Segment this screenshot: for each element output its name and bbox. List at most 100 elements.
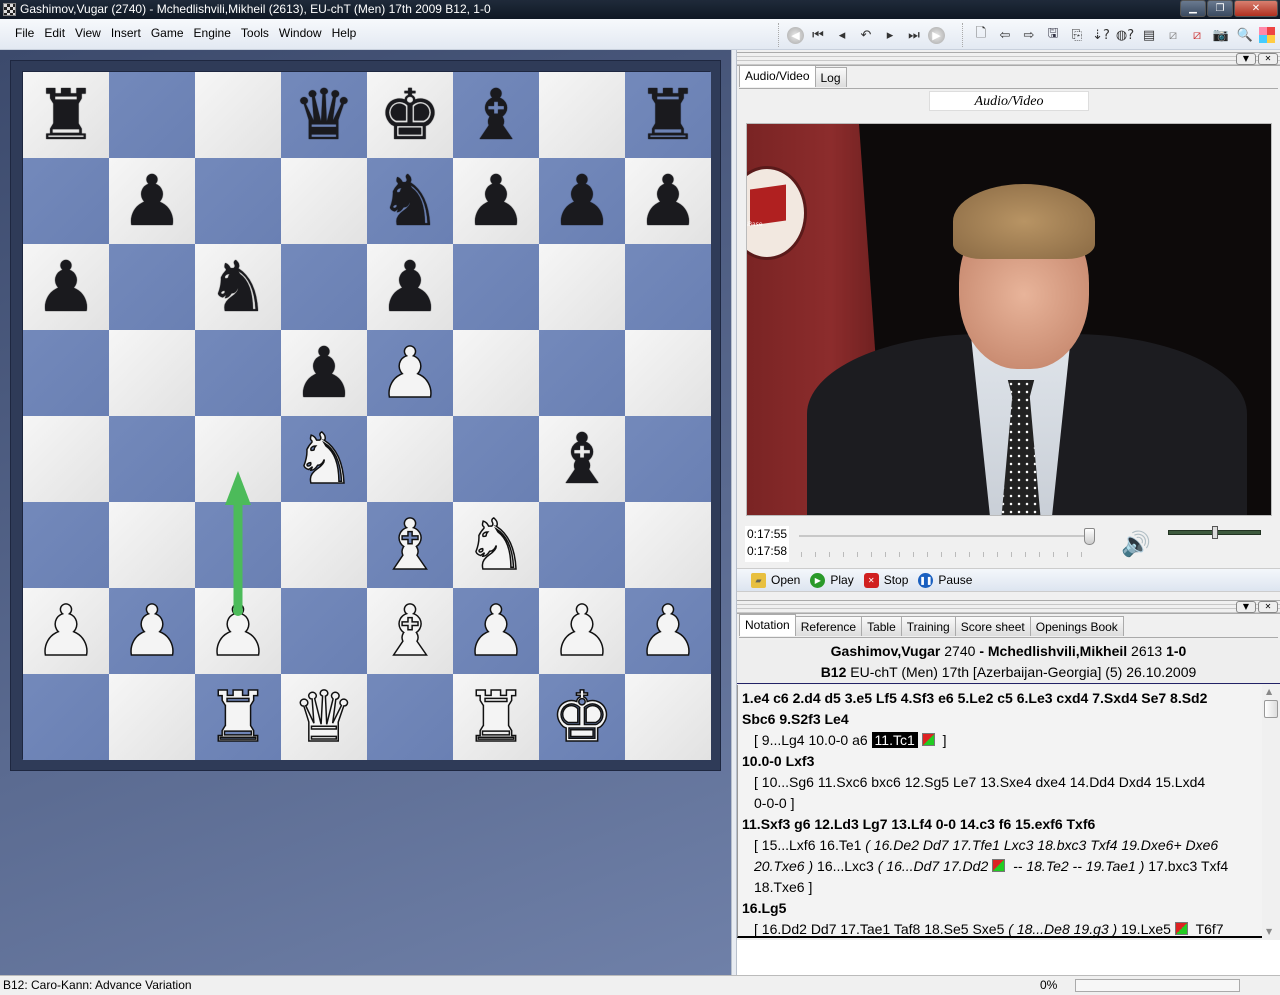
- move-line[interactable]: 11.Sxf3 g6 12.Ld3 Lg7 13.Lf4 0-0 14.c3 f…: [742, 814, 1258, 835]
- square-c7[interactable]: [195, 158, 281, 244]
- tab-reference[interactable]: Reference: [794, 616, 863, 636]
- square-a4[interactable]: [23, 416, 109, 502]
- white-knight-icon[interactable]: ♞: [292, 423, 356, 495]
- square-c3[interactable]: [195, 502, 281, 588]
- scroll-up-icon[interactable]: ▲: [1266, 687, 1272, 696]
- variation-line[interactable]: [ 16.Dd2 Dd7 17.Tae1 Taf8 18.Se5 Sxe5 ( …: [742, 919, 1258, 936]
- black-pawn-icon[interactable]: ♟: [379, 252, 442, 322]
- square-a2[interactable]: ♟: [23, 588, 109, 674]
- white-pawn-icon[interactable]: ♟: [464, 595, 528, 667]
- square-g5[interactable]: [539, 330, 625, 416]
- square-d2[interactable]: [281, 588, 367, 674]
- square-f2[interactable]: ♟: [453, 588, 539, 674]
- square-f6[interactable]: [453, 244, 539, 330]
- prev-move-icon[interactable]: ◂: [832, 25, 852, 45]
- chess-board[interactable]: ♜ ♛ ♚ ♝ ♜ ♟ ♞ ♟ ♟ ♟ ♟ ♞ ♟ ♟ ♟ ♞ ♝ ♝ ♞ ♟ ♟ ♟ ♝ ♟ ♟ ♟ ♜ ♛ ♜ ♚: [22, 71, 711, 760]
- menu-help[interactable]: Help: [327, 26, 362, 40]
- variation-line[interactable]: [ 9...Lg4 10.0-0 a6 11.Tc1 ]: [742, 730, 1258, 751]
- square-b1[interactable]: [109, 674, 195, 760]
- white-pawn-icon[interactable]: ♟: [206, 595, 270, 667]
- square-f3[interactable]: ♞: [453, 502, 539, 588]
- square-b3[interactable]: [109, 502, 195, 588]
- first-move-icon[interactable]: ⏮: [808, 25, 828, 45]
- square-a6[interactable]: ♟: [23, 244, 109, 330]
- move-line[interactable]: 16.Lg5: [742, 898, 1258, 919]
- square-a3[interactable]: [23, 502, 109, 588]
- save-icon[interactable]: 🖫: [1043, 25, 1063, 45]
- menu-window[interactable]: Window: [274, 26, 327, 40]
- square-c8[interactable]: [195, 72, 281, 158]
- open-button[interactable]: ▰ Open: [751, 572, 800, 588]
- square-a5[interactable]: [23, 330, 109, 416]
- video-player[interactable]: essBase: [746, 123, 1272, 516]
- av-pane-menu-button[interactable]: ▼: [1236, 53, 1256, 65]
- square-h6[interactable]: [625, 244, 711, 330]
- menu-edit[interactable]: Edit: [39, 26, 70, 40]
- speaker-icon[interactable]: 🔊: [1121, 530, 1151, 558]
- square-f8[interactable]: ♝: [453, 72, 539, 158]
- white-rook-icon[interactable]: ♜: [464, 681, 528, 753]
- white-pawn-icon[interactable]: ♟: [120, 595, 184, 667]
- new-document-icon[interactable]: 🗋: [971, 25, 991, 45]
- square-d4[interactable]: ♞: [281, 416, 367, 502]
- square-c2[interactable]: ♟: [195, 588, 281, 674]
- square-e5[interactable]: ♟: [367, 330, 453, 416]
- square-b8[interactable]: [109, 72, 195, 158]
- sort-question-icon[interactable]: ⇣?: [1091, 25, 1111, 45]
- square-f5[interactable]: [453, 330, 539, 416]
- black-bishop-icon[interactable]: ♝: [465, 80, 528, 150]
- move-line[interactable]: 10.0-0 Lxf3: [742, 751, 1258, 772]
- volume-thumb[interactable]: [1211, 526, 1218, 539]
- square-b5[interactable]: [109, 330, 195, 416]
- arrow-left-icon[interactable]: ⇦: [995, 25, 1015, 45]
- black-pawn-icon[interactable]: ♟: [551, 166, 614, 236]
- diagram-icon[interactable]: [1174, 922, 1188, 935]
- take-back-icon[interactable]: ↶: [856, 25, 876, 45]
- restore-button[interactable]: ❐: [1207, 0, 1233, 17]
- square-g6[interactable]: [539, 244, 625, 330]
- square-h7[interactable]: ♟: [625, 158, 711, 244]
- square-d5[interactable]: ♟: [281, 330, 367, 416]
- next-move-icon[interactable]: ▸: [880, 25, 900, 45]
- black-knight-icon[interactable]: ♞: [207, 252, 270, 322]
- square-f7[interactable]: ♟: [453, 158, 539, 244]
- selected-move[interactable]: 11.Tc1: [871, 732, 918, 748]
- eraser-icon[interactable]: ⧄: [1163, 25, 1183, 45]
- play-button[interactable]: ▶ Play: [810, 572, 854, 588]
- black-king-icon[interactable]: ♚: [379, 80, 442, 150]
- square-h5[interactable]: [625, 330, 711, 416]
- tab-openings-book[interactable]: Openings Book: [1029, 616, 1124, 636]
- black-pawn-icon[interactable]: ♟: [293, 338, 356, 408]
- notation-pane-close-button[interactable]: ✕: [1258, 601, 1278, 613]
- black-knight-icon[interactable]: ♞: [379, 166, 442, 236]
- stop-button[interactable]: ✕ Stop: [863, 572, 908, 588]
- square-a8[interactable]: ♜: [23, 72, 109, 158]
- white-rook-icon[interactable]: ♜: [206, 681, 270, 753]
- pause-button[interactable]: ❚❚ Pause: [918, 572, 972, 588]
- black-bishop-icon[interactable]: ♝: [551, 424, 614, 494]
- square-c4[interactable]: [195, 416, 281, 502]
- square-d3[interactable]: [281, 502, 367, 588]
- notation-pane-menu-button[interactable]: ▼: [1236, 601, 1256, 613]
- black-queen-icon[interactable]: ♛: [293, 80, 356, 150]
- square-d7[interactable]: [281, 158, 367, 244]
- back-circle-icon[interactable]: ◀: [787, 26, 804, 44]
- tab-score-sheet[interactable]: Score sheet: [954, 616, 1031, 636]
- square-c5[interactable]: [195, 330, 281, 416]
- black-rook-icon[interactable]: ♜: [35, 80, 98, 150]
- tab-table[interactable]: Table: [861, 616, 902, 636]
- square-e8[interactable]: ♚: [367, 72, 453, 158]
- tab-log[interactable]: Log: [814, 67, 847, 87]
- square-c6[interactable]: ♞: [195, 244, 281, 330]
- seek-bar[interactable]: [799, 535, 1095, 537]
- square-b6[interactable]: [109, 244, 195, 330]
- variation-line[interactable]: 18.Txe6 ]: [742, 877, 1258, 898]
- variation-line[interactable]: 0-0-0 ]: [742, 793, 1258, 814]
- camera-icon[interactable]: 📷: [1211, 25, 1231, 45]
- square-g3[interactable]: [539, 502, 625, 588]
- search-document-icon[interactable]: 🔍: [1235, 25, 1255, 45]
- white-king-icon[interactable]: ♚: [550, 681, 614, 753]
- properties-icon[interactable]: ▤: [1139, 25, 1159, 45]
- menu-game[interactable]: Game: [146, 26, 189, 40]
- menu-insert[interactable]: Insert: [106, 26, 146, 40]
